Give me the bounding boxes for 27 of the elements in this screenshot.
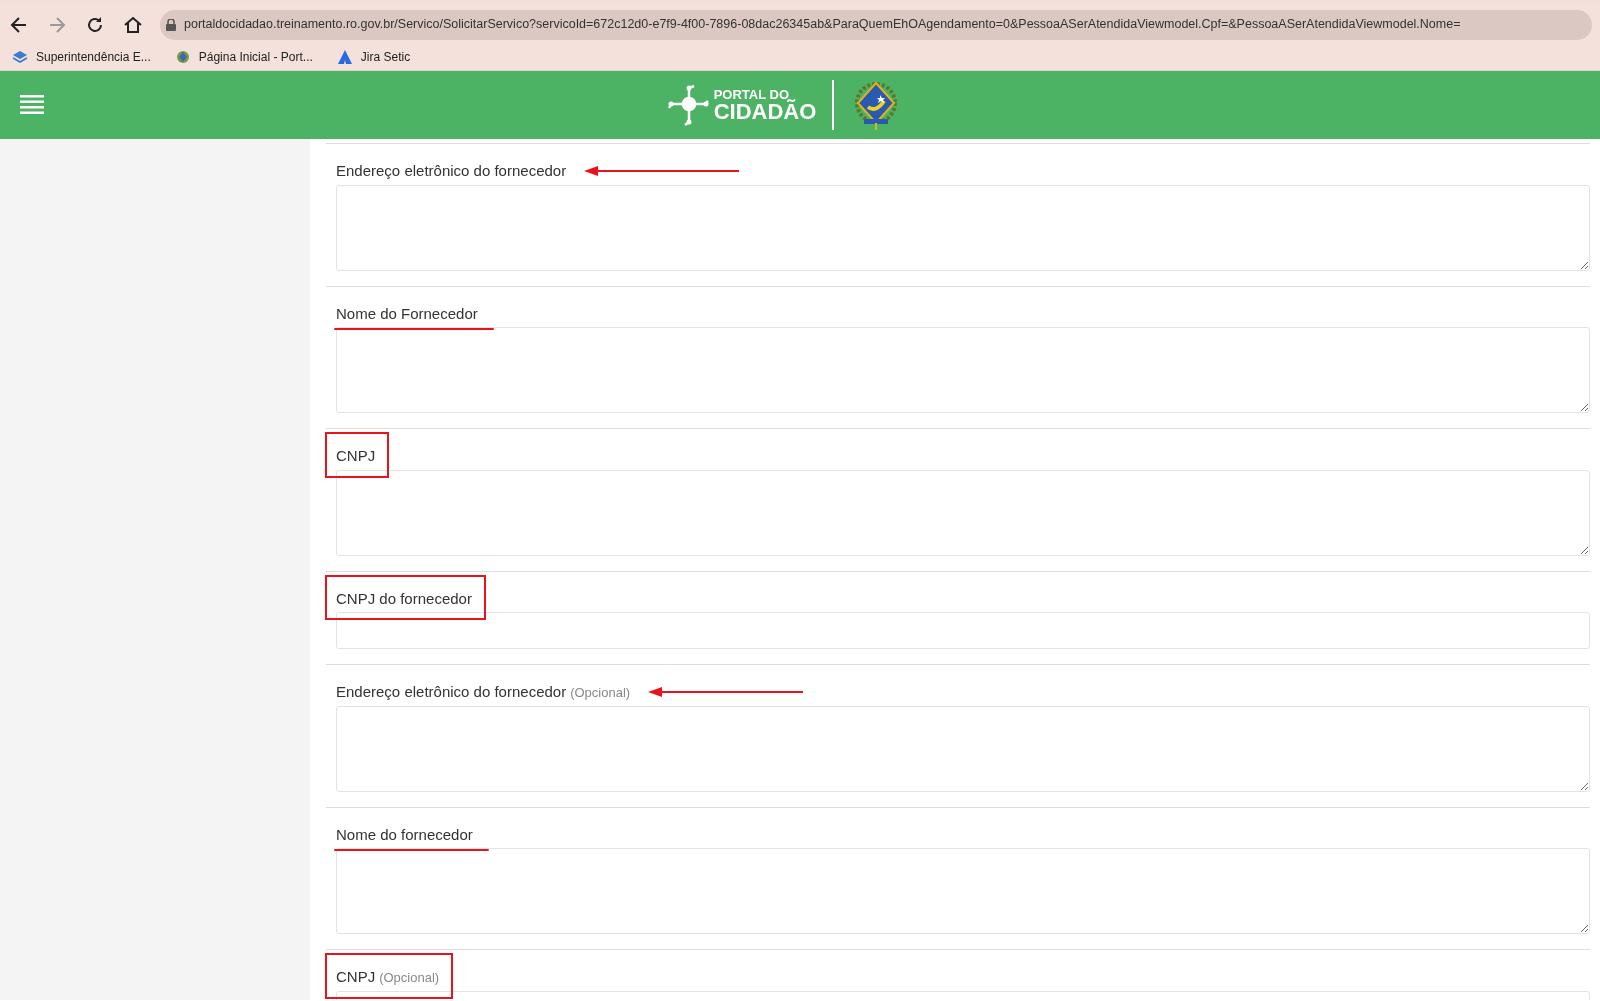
field-label: CNPJ <box>336 447 376 464</box>
bookmark-link[interactable]: Jira Setic <box>360 48 411 66</box>
text-area[interactable] <box>336 705 1590 792</box>
bookmark-link[interactable]: Superintendência E... <box>36 48 151 66</box>
bookmark-link[interactable]: Página Inicial - Port... <box>198 48 313 66</box>
emblem-icon <box>174 49 191 65</box>
field-label: Endereço eletrônico do fornecedor <box>336 683 567 700</box>
text-area[interactable] <box>336 469 1590 556</box>
text-area[interactable] <box>336 327 1590 413</box>
field-label: Endereço eletrônico do fornecedor <box>336 162 567 179</box>
lock-icon <box>166 18 176 31</box>
url-text: portaldocidadao.treinamento.ro.gov.br/Servico/SolicitarServico?servicoId=672c12d0-e7f9-4f00-7896-08dac26345ab&ParaQuemEhOAgendamento=0&PessoaASerAtendidaViewmodel.Cpf=&PessoaASerAtendidaViewmodel.Nome= <box>184 16 1461 34</box>
network-figure-icon <box>667 84 710 126</box>
field-label: Nome do fornecedor <box>336 825 473 843</box>
field-label: CNPJ <box>336 968 376 985</box>
optional-note: (Opcional) <box>570 685 631 700</box>
address-bar[interactable] <box>160 9 1592 40</box>
triangle-logo-icon <box>336 49 353 65</box>
field-label: Nome do Fornecedor <box>336 304 478 322</box>
logo-text: CIDADÃO <box>713 100 817 123</box>
menu-icon[interactable] <box>20 95 46 115</box>
field-label: CNPJ do fornecedor <box>336 589 472 607</box>
text-area[interactable] <box>336 848 1590 934</box>
input-field[interactable] <box>336 612 1590 649</box>
optional-note: (Opcional) <box>379 970 440 985</box>
text-area[interactable] <box>336 184 1590 271</box>
layers-icon <box>12 49 28 65</box>
